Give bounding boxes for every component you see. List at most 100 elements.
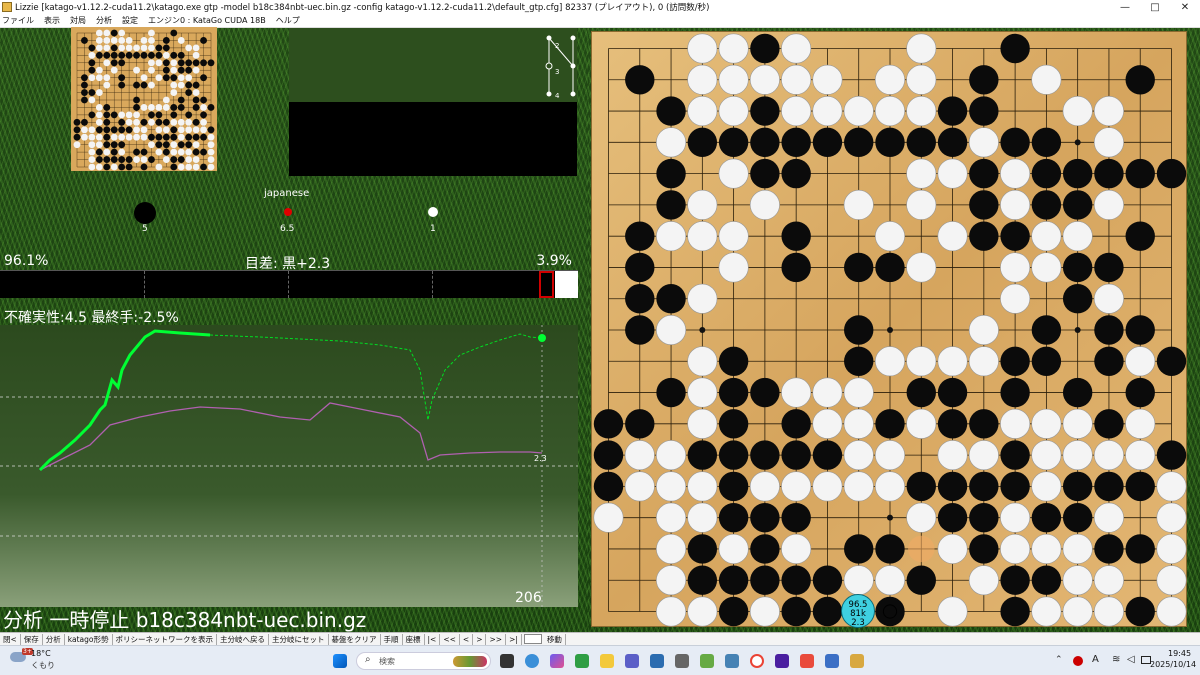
back-ten-button[interactable]: << — [440, 633, 460, 645]
task-view-icon[interactable] — [500, 654, 514, 668]
suggest-score: 2.3 — [851, 618, 865, 628]
lizzie-taskbar-icon[interactable] — [850, 654, 864, 668]
analyze-button[interactable]: 分析 — [43, 633, 65, 645]
copilot-icon[interactable] — [550, 654, 564, 668]
variation-node[interactable] — [570, 35, 576, 41]
mini-black-stone — [103, 104, 111, 111]
white-stone — [749, 189, 780, 220]
mini-black-stone — [118, 156, 126, 163]
variation-node[interactable] — [570, 63, 576, 69]
edge-icon[interactable] — [525, 654, 539, 668]
variation-node[interactable] — [570, 91, 576, 97]
variation-tree[interactable]: 2 3 4 — [540, 30, 580, 100]
goto-move-button[interactable]: 移動 — [544, 633, 566, 645]
menu-file[interactable]: ファイル — [2, 15, 34, 26]
white-stone — [968, 440, 999, 471]
tray-chevron-icon[interactable]: ⌃ — [1055, 655, 1063, 665]
ime-indicator[interactable]: A — [1092, 654, 1099, 665]
mini-white-stone — [118, 44, 126, 52]
outlook-icon[interactable] — [650, 654, 664, 668]
teams-icon[interactable] — [625, 654, 639, 668]
mini-black-stone — [148, 51, 155, 59]
mini-white-stone — [192, 156, 200, 163]
close-board-button[interactable]: 閉< — [0, 633, 21, 645]
move-number-input[interactable] — [523, 634, 542, 644]
mini-black-stone — [88, 66, 96, 74]
menu-settings[interactable]: 設定 — [122, 15, 138, 26]
variation-node[interactable] — [546, 91, 552, 97]
app-icon-green[interactable] — [575, 654, 589, 668]
chrome-icon[interactable] — [750, 654, 764, 668]
coordinates-button[interactable]: 座標 — [403, 633, 425, 645]
app-icon-gray[interactable] — [675, 654, 689, 668]
mini-black-stone — [73, 126, 81, 134]
minimize-button[interactable]: — — [1110, 0, 1140, 14]
mini-black-stone — [185, 111, 193, 119]
forward-ten-button[interactable]: >> — [486, 633, 507, 645]
wifi-icon[interactable]: ≋ — [1112, 654, 1120, 665]
mini-black-stone — [125, 126, 133, 134]
white-stone — [1000, 533, 1031, 564]
white-stone — [1062, 533, 1093, 564]
mini-white-stone — [140, 44, 148, 52]
go-board[interactable] — [591, 31, 1187, 627]
media-player-icon[interactable] — [800, 654, 814, 668]
forward-one-button[interactable]: > — [473, 633, 487, 645]
photos-icon[interactable] — [725, 654, 739, 668]
mini-black-stone — [95, 148, 103, 156]
black-stone — [718, 596, 749, 627]
close-button[interactable]: ✕ — [1170, 0, 1200, 14]
volume-icon[interactable]: ◁ — [1127, 654, 1135, 665]
search-box[interactable]: ⌕ 検索 — [356, 652, 491, 670]
back-to-main-button[interactable]: 主分岐へ戻る — [217, 633, 269, 645]
clipchamp-icon[interactable] — [775, 654, 789, 668]
minecraft-icon[interactable] — [700, 654, 714, 668]
save-button[interactable]: 保存 — [21, 633, 43, 645]
app-icon-blue[interactable] — [825, 654, 839, 668]
maximize-button[interactable]: □ — [1140, 0, 1170, 14]
menu-help[interactable]: ヘルプ — [276, 15, 300, 26]
back-one-button[interactable]: < — [460, 633, 474, 645]
mini-board[interactable] — [71, 27, 217, 171]
mini-black-stone — [110, 29, 118, 37]
clock-time[interactable]: 19:45 — [1168, 649, 1191, 658]
variation-node[interactable] — [546, 35, 552, 41]
weather-desc: くもり — [31, 661, 55, 670]
last-move-button[interactable]: >| — [506, 633, 522, 645]
white-captures: 1 — [430, 224, 436, 234]
black-stone — [625, 284, 655, 314]
variation-node-current[interactable] — [545, 62, 553, 70]
first-move-button[interactable]: |< — [425, 633, 441, 645]
mini-white-stone — [103, 44, 111, 52]
menu-game[interactable]: 対局 — [70, 15, 86, 26]
mini-white-stone — [88, 126, 96, 134]
mini-black-stone — [88, 111, 96, 119]
white-stone — [843, 408, 874, 439]
menu-view[interactable]: 表示 — [44, 15, 60, 26]
clock-date[interactable]: 2025/10/14 — [1150, 660, 1196, 669]
move-order-button[interactable]: 手順 — [381, 633, 403, 645]
white-stone — [656, 314, 687, 346]
clear-board-button[interactable]: 碁盤をクリア — [329, 633, 381, 645]
white-stone — [718, 221, 749, 252]
katago-estimate-button[interactable]: katago形勢 — [65, 633, 113, 645]
white-stone — [593, 502, 624, 533]
mini-white-stone — [155, 74, 163, 82]
policy-network-button[interactable]: ポリシーネットワークを表示 — [113, 633, 217, 645]
mini-white-stone — [140, 74, 148, 82]
mini-white-stone — [185, 74, 193, 82]
best-move-suggestion[interactable]: 96.5 81k 2.3 — [841, 594, 875, 628]
mini-white-stone — [177, 148, 185, 156]
winrate-graph[interactable]: 2.3 206 — [0, 325, 578, 607]
black-stone — [1062, 284, 1093, 314]
mini-white-stone — [125, 118, 133, 126]
set-main-branch-button[interactable]: 主分岐にセット — [269, 633, 329, 645]
file-explorer-icon[interactable] — [600, 654, 614, 668]
black-stone — [687, 127, 718, 158]
menu-engine[interactable]: エンジン0 : KataGo CUDA 18B — [148, 15, 266, 26]
mini-black-stone — [140, 118, 148, 126]
menu-analyze[interactable]: 分析 — [96, 15, 112, 26]
tray-app-icon[interactable] — [1073, 656, 1083, 666]
mini-black-stone — [185, 59, 193, 67]
start-icon[interactable] — [333, 654, 347, 668]
